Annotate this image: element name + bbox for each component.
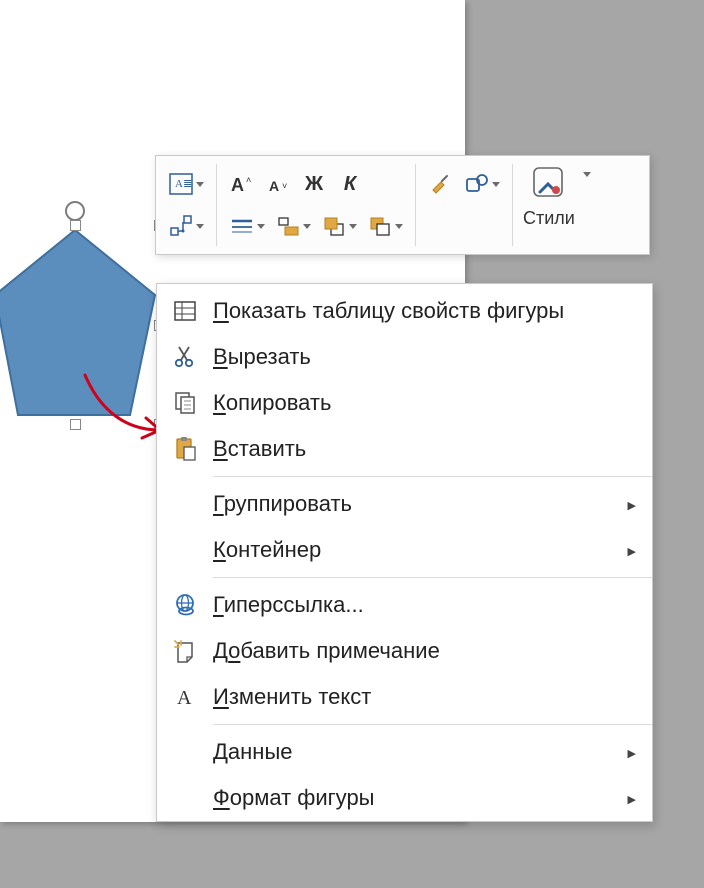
styles-label: Стили xyxy=(523,208,575,229)
context-menu-label: Добавить примечание xyxy=(213,638,636,664)
resize-handle[interactable] xyxy=(70,419,81,430)
text-block-icon: A≣ xyxy=(168,171,194,197)
chevron-down-icon xyxy=(257,224,265,229)
context-menu-label: Данные xyxy=(213,739,616,765)
shrink-font-button[interactable]: A ˅ xyxy=(265,171,291,197)
cut-icon xyxy=(157,344,213,370)
send-back-button[interactable] xyxy=(367,213,403,239)
context-menu-label: Формат фигуры xyxy=(213,785,616,811)
context-menu-item[interactable]: Вставить xyxy=(157,426,652,472)
svg-text:˅: ˅ xyxy=(282,181,287,191)
svg-text:A: A xyxy=(177,687,192,709)
line-style-button[interactable] xyxy=(229,213,265,239)
align-icon xyxy=(275,213,301,239)
pentagon-shape-icon[interactable] xyxy=(0,225,160,425)
menu-separator xyxy=(213,724,652,725)
paste-icon xyxy=(157,436,213,462)
align-button[interactable] xyxy=(275,213,311,239)
context-menu-label: Контейнер xyxy=(213,537,616,563)
context-menu-label: Изменить текст xyxy=(213,684,636,710)
context-menu-item[interactable]: Контейнер xyxy=(157,527,652,573)
context-menu-item[interactable]: Формат фигуры xyxy=(157,775,652,821)
hyperlink-icon xyxy=(157,592,213,618)
menu-separator xyxy=(213,476,652,477)
styles-icon xyxy=(528,162,570,204)
context-menu-label: Группировать xyxy=(213,491,616,517)
bold-button[interactable]: Ж xyxy=(301,171,327,197)
svg-text:A: A xyxy=(231,175,244,195)
copy-icon xyxy=(157,390,213,416)
note-icon xyxy=(157,638,213,664)
context-menu-item[interactable]: Гиперссылка... xyxy=(157,582,652,628)
send-back-icon xyxy=(367,213,393,239)
chevron-down-icon xyxy=(395,224,403,229)
italic-button[interactable]: К xyxy=(337,171,363,197)
properties-table-icon xyxy=(157,298,213,324)
context-menu-item[interactable]: Добавить примечание xyxy=(157,628,652,674)
change-shape-button[interactable] xyxy=(464,171,500,197)
shape-styles-button[interactable]: Стили xyxy=(519,162,579,229)
svg-text:A≣: A≣ xyxy=(175,178,192,190)
text-icon: A xyxy=(157,684,213,710)
context-menu-label: Вырезать xyxy=(213,344,636,370)
paintbrush-icon xyxy=(429,172,453,196)
chevron-down-icon[interactable] xyxy=(583,172,591,177)
grow-font-button[interactable]: A ˄ xyxy=(229,171,255,197)
chevron-down-icon xyxy=(349,224,357,229)
connector-tool-button[interactable] xyxy=(168,213,204,239)
context-menu-item[interactable]: Копировать xyxy=(157,380,652,426)
format-painter-button[interactable] xyxy=(428,171,454,197)
context-menu-item[interactable]: Показать таблицу свойств фигуры xyxy=(157,288,652,334)
svg-text:˄: ˄ xyxy=(246,175,251,185)
chevron-down-icon xyxy=(196,224,204,229)
context-menu-item[interactable]: Данные xyxy=(157,729,652,775)
context-menu-label: Гиперссылка... xyxy=(213,592,636,618)
context-menu-item[interactable]: Группировать xyxy=(157,481,652,527)
submenu-arrow-icon xyxy=(616,790,636,806)
change-shape-icon xyxy=(464,171,490,197)
submenu-arrow-icon xyxy=(616,744,636,760)
resize-handle[interactable] xyxy=(70,220,81,231)
context-menu-item[interactable]: Вырезать xyxy=(157,334,652,380)
context-menu: Показать таблицу свойств фигуры Вырезать К… xyxy=(156,283,653,822)
context-menu-label: Показать таблицу свойств фигуры xyxy=(213,298,636,324)
submenu-arrow-icon xyxy=(616,542,636,558)
context-menu-item[interactable]: A Изменить текст xyxy=(157,674,652,720)
text-block-button[interactable]: A≣ xyxy=(168,171,204,197)
bring-front-button[interactable] xyxy=(321,213,357,239)
context-menu-label: Вставить xyxy=(213,436,636,462)
selected-shape[interactable] xyxy=(0,225,160,425)
line-icon xyxy=(229,213,255,239)
chevron-down-icon xyxy=(303,224,311,229)
bring-front-icon xyxy=(321,213,347,239)
mini-toolbar: A≣ A ˄ xyxy=(155,155,650,255)
chevron-down-icon xyxy=(196,182,204,187)
connector-icon xyxy=(168,213,194,239)
menu-separator xyxy=(213,577,652,578)
rotation-handle-icon[interactable] xyxy=(65,201,85,221)
submenu-arrow-icon xyxy=(616,496,636,512)
context-menu-label: Копировать xyxy=(213,390,636,416)
chevron-down-icon xyxy=(492,182,500,187)
svg-text:A: A xyxy=(269,178,279,194)
